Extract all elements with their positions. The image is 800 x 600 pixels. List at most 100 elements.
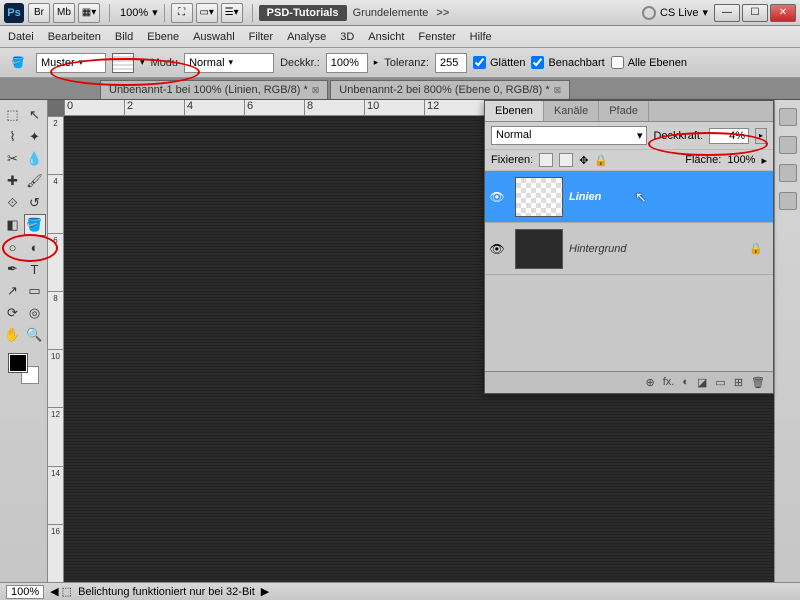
- eraser-tool[interactable]: ◧: [2, 214, 24, 236]
- ruler-tick: 16: [48, 524, 63, 582]
- menu-auswahl[interactable]: Auswahl: [193, 31, 235, 43]
- opacity-field[interactable]: 100%: [326, 53, 368, 73]
- crop-tool[interactable]: ✂: [2, 148, 24, 170]
- menu-hilfe[interactable]: Hilfe: [470, 31, 492, 43]
- opacity-field[interactable]: 4%: [709, 128, 749, 144]
- lock-brush-icon[interactable]: [559, 153, 573, 167]
- layer-thumbnail[interactable]: [515, 177, 563, 217]
- layer-name[interactable]: Hintergrund: [569, 243, 626, 255]
- layer-name[interactable]: Linien: [569, 191, 601, 203]
- move-tool-2[interactable]: ↖: [24, 104, 46, 126]
- history-brush-tool[interactable]: ↺: [24, 192, 46, 214]
- path-select-tool[interactable]: ↗: [2, 280, 24, 302]
- cursor-icon: ↖: [635, 189, 647, 206]
- menu-analyse[interactable]: Analyse: [287, 31, 326, 43]
- menu-bild[interactable]: Bild: [115, 31, 133, 43]
- hand-button[interactable]: ⛶: [171, 3, 193, 23]
- eyedropper-tool[interactable]: 💧: [24, 148, 46, 170]
- document-tab[interactable]: Unbenannt-1 bei 100% (Linien, RGB/8) *⊠: [100, 80, 328, 99]
- cs-live-button[interactable]: CS Live▾: [642, 6, 708, 20]
- lock-move-icon[interactable]: ✥: [579, 154, 588, 167]
- trash-icon[interactable]: 🗑: [751, 376, 765, 389]
- tab-pfade[interactable]: Pfade: [599, 101, 649, 121]
- antialias-checkbox[interactable]: [473, 56, 486, 69]
- minibridge-button[interactable]: Mb: [53, 3, 75, 23]
- opacity-slider-button[interactable]: ▸: [755, 128, 767, 144]
- zoom-level[interactable]: 100%: [120, 7, 148, 19]
- menu-ebene[interactable]: Ebene: [147, 31, 179, 43]
- workspace-tag[interactable]: PSD-Tutorials: [259, 5, 347, 21]
- workspace-more-icon[interactable]: >>: [436, 7, 449, 19]
- window-minimize-button[interactable]: —: [714, 4, 740, 22]
- tab-ebenen[interactable]: Ebenen: [485, 101, 544, 121]
- paint-bucket-icon[interactable]: 🪣: [6, 52, 30, 74]
- color-swatch[interactable]: [9, 354, 39, 384]
- paint-bucket-tool[interactable]: 🪣: [24, 214, 46, 236]
- contiguous-checkbox[interactable]: [531, 56, 544, 69]
- blur-tool[interactable]: ○: [2, 236, 24, 258]
- fill-slider-button[interactable]: ▸: [761, 154, 767, 167]
- layer-thumbnail[interactable]: [515, 229, 563, 269]
- close-icon[interactable]: ⊠: [554, 85, 562, 96]
- adjustment-icon[interactable]: ◪: [697, 376, 707, 389]
- brush-tool[interactable]: 🖌: [24, 170, 46, 192]
- pattern-swatch[interactable]: [112, 53, 134, 73]
- menu-3d[interactable]: 3D: [340, 31, 354, 43]
- status-nav-icon[interactable]: ◀ ⬚: [50, 585, 72, 598]
- menu-datei[interactable]: Datei: [8, 31, 34, 43]
- window-maximize-button[interactable]: ☐: [742, 4, 768, 22]
- menu-ansicht[interactable]: Ansicht: [368, 31, 404, 43]
- styles-panel-icon[interactable]: [779, 192, 797, 210]
- status-nav-right-icon[interactable]: ▶: [261, 585, 269, 598]
- dodge-tool[interactable]: ◐: [24, 236, 46, 258]
- fx-icon[interactable]: fx.: [663, 376, 675, 389]
- arrange-button[interactable]: ▭▾: [196, 3, 218, 23]
- 3d-tool[interactable]: ⟳: [2, 302, 24, 324]
- all-layers-checkbox[interactable]: [611, 56, 624, 69]
- zoom-tool[interactable]: 🔍: [24, 324, 46, 346]
- lock-all-icon[interactable]: 🔒: [594, 154, 608, 167]
- wand-tool[interactable]: ✦: [24, 126, 46, 148]
- heal-tool[interactable]: ✚: [2, 170, 24, 192]
- tolerance-field[interactable]: 255: [435, 53, 467, 73]
- mask-icon[interactable]: ◐: [682, 376, 689, 389]
- screenmode-button[interactable]: ▦▾: [78, 3, 100, 23]
- layer-row[interactable]: 👁 Linien ↖: [485, 171, 773, 223]
- shape-tool[interactable]: ▭: [24, 280, 46, 302]
- bridge-button[interactable]: Br: [28, 3, 50, 23]
- new-layer-icon[interactable]: ⊞: [734, 376, 743, 389]
- mode-dropdown[interactable]: Normal: [184, 53, 274, 73]
- color-panel-icon[interactable]: [779, 108, 797, 126]
- foreground-color[interactable]: [9, 354, 27, 372]
- adjust-panel-icon[interactable]: [779, 164, 797, 182]
- menu-bearbeiten[interactable]: Bearbeiten: [48, 31, 101, 43]
- type-tool[interactable]: T: [24, 258, 46, 280]
- group-icon[interactable]: ▭: [715, 376, 725, 389]
- tab-kanaele[interactable]: Kanäle: [544, 101, 599, 121]
- swatches-panel-icon[interactable]: [779, 136, 797, 154]
- lasso-tool[interactable]: ⌇: [2, 126, 24, 148]
- close-icon[interactable]: ⊠: [312, 85, 320, 96]
- menubar: Datei Bearbeiten Bild Ebene Auswahl Filt…: [0, 26, 800, 48]
- visibility-icon[interactable]: 👁: [485, 190, 509, 204]
- status-zoom[interactable]: 100%: [6, 585, 44, 599]
- move-tool[interactable]: ⬚: [2, 104, 24, 126]
- lock-pixels-icon[interactable]: [539, 153, 553, 167]
- ruler-vertical[interactable]: 2 4 6 8 10 12 14 16: [48, 116, 64, 582]
- camera-tool[interactable]: ◎: [24, 302, 46, 324]
- menu-filter[interactable]: Filter: [249, 31, 273, 43]
- workspace-name[interactable]: Grundelemente: [353, 7, 429, 19]
- link-layers-icon[interactable]: ⊕: [646, 376, 655, 389]
- menu-fenster[interactable]: Fenster: [418, 31, 455, 43]
- window-close-button[interactable]: ✕: [770, 4, 796, 22]
- fill-type-dropdown[interactable]: Muster: [36, 53, 106, 73]
- layer-row[interactable]: 👁 Hintergrund 🔒: [485, 223, 773, 275]
- extras-button[interactable]: ☰▾: [221, 3, 243, 23]
- pen-tool[interactable]: ✒: [2, 258, 24, 280]
- document-tab[interactable]: Unbenannt-2 bei 800% (Ebene 0, RGB/8) *⊠: [330, 80, 570, 99]
- hand-tool[interactable]: ✋: [2, 324, 24, 346]
- fill-field[interactable]: 100%: [727, 154, 755, 166]
- blend-mode-dropdown[interactable]: Normal▾: [491, 126, 647, 145]
- stamp-tool[interactable]: ⟐: [2, 192, 24, 214]
- visibility-icon[interactable]: 👁: [485, 242, 509, 256]
